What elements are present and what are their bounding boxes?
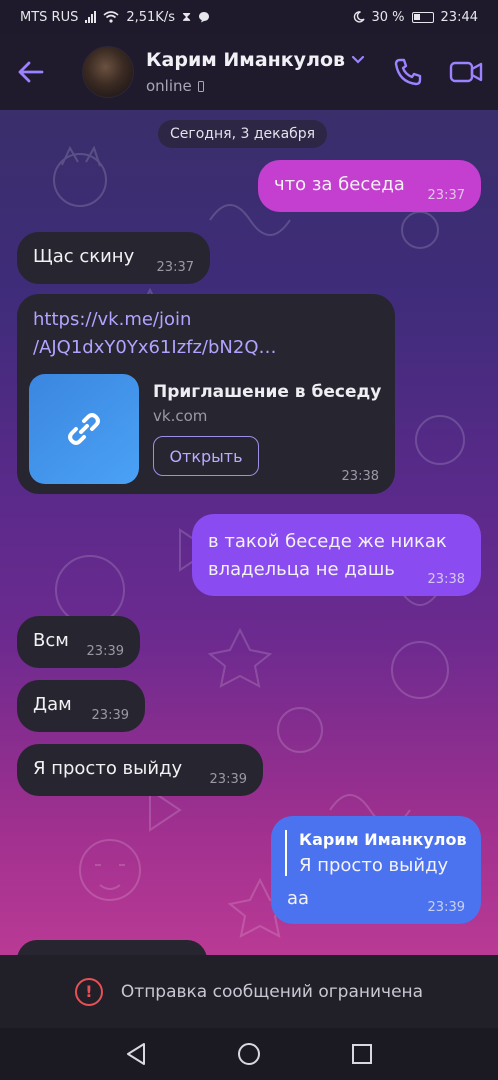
link-thumbnail <box>29 374 139 484</box>
nav-recents-button[interactable] <box>342 1034 382 1074</box>
message-text: что за беседа <box>274 174 405 195</box>
chat-header: Карим Иманкулов online <box>0 34 498 110</box>
chevron-down-icon <box>351 55 365 64</box>
quote-author: Карим Иманкулов <box>299 830 467 849</box>
system-navigation-bar <box>0 1028 498 1080</box>
message-outgoing[interactable]: что за беседа 23:37 <box>258 160 481 212</box>
message-text: Щас скину <box>33 246 135 267</box>
restriction-notice: Отправка сообщений ограничена <box>120 981 424 1002</box>
wifi-icon <box>103 11 119 23</box>
mobile-device-icon <box>197 80 204 92</box>
moon-icon <box>353 11 365 23</box>
battery-icon <box>411 11 434 23</box>
message-list[interactable]: Сегодня, 3 декабря что за беседа 23:37 Щ… <box>0 110 498 955</box>
chat-notification-icon <box>199 12 210 23</box>
message-incoming[interactable]: Дам 23:39 <box>17 680 145 732</box>
back-button[interactable] <box>0 34 60 110</box>
signal-icon <box>85 11 97 23</box>
nav-back-button[interactable] <box>116 1034 156 1074</box>
reply-quote[interactable]: Карим Иманкулов Я просто выйду <box>285 830 467 876</box>
call-button[interactable] <box>390 54 426 90</box>
clock: 23:44 <box>440 9 478 25</box>
message-incoming[interactable]: Всм 23:39 <box>17 616 140 668</box>
link-title: Приглашение в беседу <box>153 382 382 402</box>
message-text: в такой беседе же никак владельца не даш… <box>208 531 447 580</box>
message-outgoing[interactable]: в такой беседе же никак владельца не даш… <box>192 514 481 596</box>
warning-icon: ! <box>74 977 103 1006</box>
phone-icon <box>394 58 422 86</box>
message-time: 23:38 <box>341 469 379 484</box>
hourglass-icon: ⧗ <box>181 9 192 25</box>
video-call-icon <box>449 61 483 83</box>
carrier-name: MTS RUS <box>20 9 79 25</box>
date-separator: Сегодня, 3 декабря <box>158 120 328 148</box>
avatar[interactable] <box>82 46 134 98</box>
message-time: 23:37 <box>427 188 465 203</box>
message-text: Всм <box>33 630 69 651</box>
message-text: аа <box>287 888 310 909</box>
message-time: 23:39 <box>91 708 129 723</box>
link-preview-card[interactable]: Приглашение в беседу vk.com Открыть <box>29 374 389 484</box>
message-outgoing-reply[interactable]: Карим Иманкулов Я просто выйду аа 23:39 <box>271 816 481 924</box>
contact-name: Карим Иманкулов <box>146 49 346 71</box>
network-speed: 2,51K/s <box>126 9 175 25</box>
message-time: 23:39 <box>209 772 247 787</box>
message-time: 23:38 <box>427 572 465 587</box>
message-link-continued[interactable]: /AJQ1dxY0Yx61Izfz/bN2Q… <box>33 334 277 362</box>
triangle-back-icon <box>127 1043 146 1065</box>
status-bar: MTS RUS 2,51K/s ⧗ 30 % 23:44 <box>0 0 498 34</box>
message-restricted-bar: ! Отправка сообщений ограничена <box>0 955 498 1028</box>
open-link-button[interactable]: Открыть <box>153 436 259 476</box>
back-arrow-icon <box>18 61 44 83</box>
contact-title[interactable]: Карим Иманкулов online <box>146 49 365 95</box>
presence-status: online <box>146 77 192 95</box>
message-time: 23:39 <box>427 900 465 915</box>
message-incoming[interactable]: Я просто выйду 23:39 <box>17 744 263 796</box>
link-domain: vk.com <box>153 407 208 425</box>
message-text: Я просто выйду <box>33 758 183 779</box>
quote-text: Я просто выйду <box>299 855 449 876</box>
message-partial <box>17 940 207 955</box>
video-call-button[interactable] <box>448 54 484 90</box>
message-incoming[interactable]: Щас скину 23:37 <box>17 232 210 284</box>
circle-home-icon <box>237 1043 260 1065</box>
message-link[interactable]: https://vk.me/join <box>33 306 277 334</box>
nav-home-button[interactable] <box>229 1034 269 1074</box>
message-time: 23:39 <box>86 644 124 659</box>
battery-percent: 30 % <box>371 9 405 25</box>
link-icon <box>68 413 100 445</box>
message-incoming-link[interactable]: https://vk.me/join /AJQ1dxY0Yx61Izfz/bN2… <box>17 294 395 494</box>
message-text: Дам <box>33 694 72 715</box>
message-time: 23:37 <box>156 260 194 275</box>
square-recents-icon <box>351 1044 372 1064</box>
